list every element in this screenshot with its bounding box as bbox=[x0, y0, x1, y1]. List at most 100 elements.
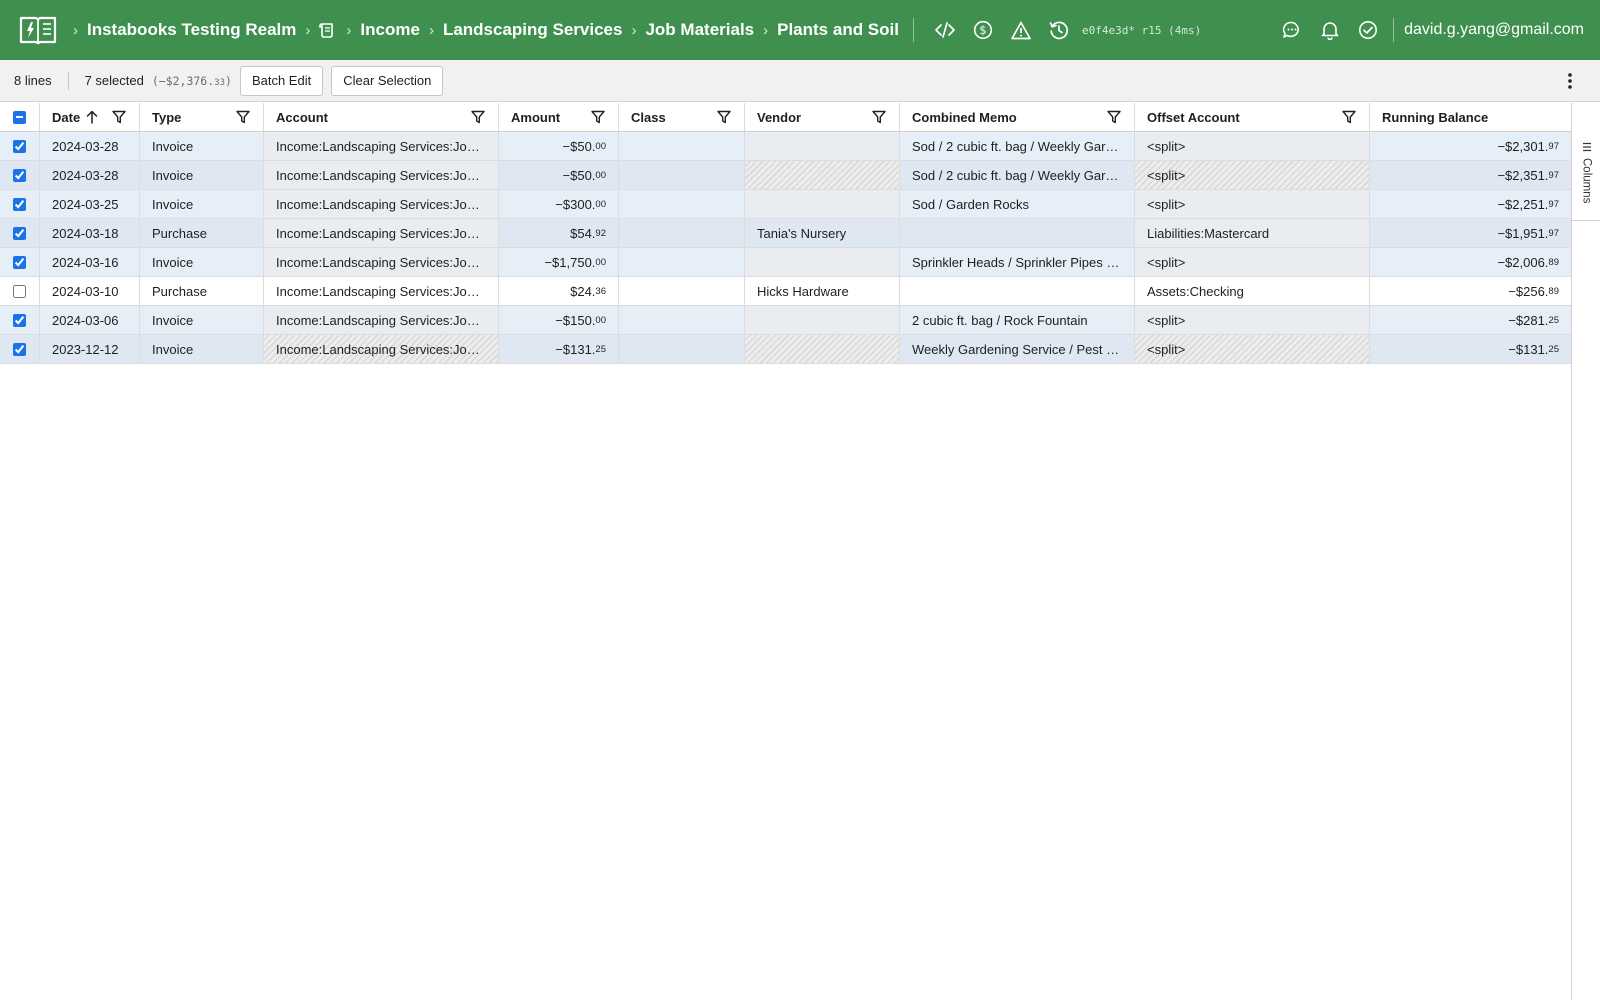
cell-class[interactable] bbox=[619, 248, 745, 276]
filter-icon[interactable] bbox=[235, 109, 251, 125]
row-checkbox[interactable] bbox=[13, 255, 26, 269]
row-checkbox[interactable] bbox=[13, 342, 26, 356]
cell-offset-account[interactable]: <split> bbox=[1135, 248, 1370, 276]
cell-type[interactable]: Invoice bbox=[140, 306, 264, 334]
cell-offset-account[interactable]: <split> bbox=[1135, 306, 1370, 334]
cell-type[interactable]: Invoice bbox=[140, 161, 264, 189]
filter-icon[interactable] bbox=[470, 109, 486, 125]
cell-vendor[interactable] bbox=[745, 248, 900, 276]
table-row[interactable]: 2023-12-12 Invoice Income:Landscaping Serv… bbox=[0, 335, 1572, 364]
cell-vendor[interactable] bbox=[745, 335, 900, 363]
cell-offset-account[interactable]: Liabilities:Mastercard bbox=[1135, 219, 1370, 247]
breadcrumb-income[interactable]: Income bbox=[360, 20, 420, 40]
table-row[interactable]: 2024-03-18 Purchase Income:Landscaping Ser… bbox=[0, 219, 1572, 248]
row-checkbox-cell[interactable] bbox=[0, 335, 40, 363]
table-row[interactable]: 2024-03-10 Purchase Income:Landscaping Ser… bbox=[0, 277, 1572, 306]
cell-vendor[interactable]: Hicks Hardware bbox=[745, 277, 900, 305]
clear-selection-button[interactable]: Clear Selection bbox=[331, 65, 444, 96]
cell-date[interactable]: 2024-03-25 bbox=[40, 190, 140, 218]
cell-type[interactable]: Invoice bbox=[140, 248, 264, 276]
cell-date[interactable]: 2024-03-18 bbox=[40, 219, 140, 247]
cell-class[interactable] bbox=[619, 132, 745, 160]
row-checkbox-cell[interactable] bbox=[0, 190, 40, 218]
row-checkbox-cell[interactable] bbox=[0, 277, 40, 305]
cell-account[interactable]: Income:Landscaping Services:Job Material… bbox=[264, 219, 499, 247]
warning-icon[interactable] bbox=[1002, 15, 1040, 45]
indeterminate-check-icon[interactable] bbox=[13, 110, 26, 124]
cell-memo[interactable]: Weekly Gardening Service / Pest Control bbox=[900, 335, 1135, 363]
cell-type[interactable]: Invoice bbox=[140, 190, 264, 218]
table-row[interactable]: 2024-03-16 Invoice Income:Landscaping Serv… bbox=[0, 248, 1572, 277]
cell-type[interactable]: Invoice bbox=[140, 132, 264, 160]
cell-amount[interactable]: −$300. 00 bbox=[499, 190, 619, 218]
row-checkbox-cell[interactable] bbox=[0, 219, 40, 247]
cell-account[interactable]: Income:Landscaping Services:Job Material… bbox=[264, 335, 499, 363]
filter-icon[interactable] bbox=[111, 109, 127, 125]
cell-class[interactable] bbox=[619, 190, 745, 218]
cell-type[interactable]: Purchase bbox=[140, 277, 264, 305]
chat-icon[interactable] bbox=[1273, 15, 1311, 45]
cell-account[interactable]: Income:Landscaping Services:Job Material… bbox=[264, 248, 499, 276]
column-header-class[interactable]: Class bbox=[619, 103, 745, 131]
filter-icon[interactable] bbox=[590, 109, 606, 125]
table-row[interactable]: 2024-03-06 Invoice Income:Landscaping Serv… bbox=[0, 306, 1572, 335]
bell-icon[interactable] bbox=[1311, 15, 1349, 45]
cell-amount[interactable]: −$50. 00 bbox=[499, 132, 619, 160]
cell-memo[interactable] bbox=[900, 277, 1135, 305]
cell-amount[interactable]: −$1,750. 00 bbox=[499, 248, 619, 276]
row-checkbox[interactable] bbox=[13, 313, 26, 327]
columns-panel-tab[interactable]: Columns bbox=[1572, 132, 1600, 221]
select-all-checkbox[interactable] bbox=[0, 103, 40, 131]
book-bolt-logo-icon[interactable] bbox=[18, 12, 58, 48]
cell-amount[interactable]: −$150. 00 bbox=[499, 306, 619, 334]
cell-vendor[interactable] bbox=[745, 190, 900, 218]
cell-vendor[interactable]: Tania's Nursery bbox=[745, 219, 900, 247]
row-checkbox[interactable] bbox=[13, 226, 26, 240]
kebab-menu-icon[interactable] bbox=[1558, 69, 1582, 93]
row-checkbox[interactable] bbox=[13, 168, 26, 182]
cell-date[interactable]: 2024-03-16 bbox=[40, 248, 140, 276]
cell-amount[interactable]: −$50. 00 bbox=[499, 161, 619, 189]
breadcrumb-plants-and-soil[interactable]: Plants and Soil bbox=[777, 20, 899, 40]
cell-date[interactable]: 2023-12-12 bbox=[40, 335, 140, 363]
cell-class[interactable] bbox=[619, 219, 745, 247]
cell-type[interactable]: Invoice bbox=[140, 335, 264, 363]
row-checkbox[interactable] bbox=[13, 197, 26, 211]
cell-date[interactable]: 2024-03-28 bbox=[40, 161, 140, 189]
cell-vendor[interactable] bbox=[745, 161, 900, 189]
cell-amount[interactable]: −$131. 25 bbox=[499, 335, 619, 363]
cell-memo[interactable] bbox=[900, 219, 1135, 247]
cell-memo[interactable]: Sod / Garden Rocks bbox=[900, 190, 1135, 218]
cell-type[interactable]: Purchase bbox=[140, 219, 264, 247]
cell-account[interactable]: Income:Landscaping Services:Job Material… bbox=[264, 132, 499, 160]
cell-memo[interactable]: 2 cubic ft. bag / Rock Fountain bbox=[900, 306, 1135, 334]
column-header-amount[interactable]: Amount bbox=[499, 103, 619, 131]
cell-offset-account[interactable]: Assets:Checking bbox=[1135, 277, 1370, 305]
row-checkbox-cell[interactable] bbox=[0, 161, 40, 189]
filter-icon[interactable] bbox=[1106, 109, 1122, 125]
filter-icon[interactable] bbox=[1341, 109, 1357, 125]
cell-offset-account[interactable]: <split> bbox=[1135, 190, 1370, 218]
sort-ascending-icon[interactable] bbox=[86, 110, 98, 124]
column-header-account[interactable]: Account bbox=[264, 103, 499, 131]
cell-memo[interactable]: Sprinkler Heads / Sprinkler Pipes / Inst… bbox=[900, 248, 1135, 276]
cell-amount[interactable]: $24. 36 bbox=[499, 277, 619, 305]
cell-date[interactable]: 2024-03-06 bbox=[40, 306, 140, 334]
row-checkbox-cell[interactable] bbox=[0, 306, 40, 334]
cell-account[interactable]: Income:Landscaping Services:Job Material… bbox=[264, 277, 499, 305]
cell-memo[interactable]: Sod / 2 cubic ft. bag / Weekly Gardening… bbox=[900, 161, 1135, 189]
column-header-date[interactable]: Date bbox=[40, 103, 140, 131]
column-header-running-balance[interactable]: Running Balance bbox=[1370, 103, 1572, 131]
user-email[interactable]: david.g.yang@gmail.com bbox=[1404, 21, 1584, 39]
table-row[interactable]: 2024-03-25 Invoice Income:Landscaping Serv… bbox=[0, 190, 1572, 219]
cell-date[interactable]: 2024-03-28 bbox=[40, 132, 140, 160]
breadcrumb-job-materials[interactable]: Job Materials bbox=[645, 20, 754, 40]
breadcrumb-landscaping-services[interactable]: Landscaping Services bbox=[443, 20, 623, 40]
row-checkbox-cell[interactable] bbox=[0, 132, 40, 160]
cell-vendor[interactable] bbox=[745, 132, 900, 160]
cell-vendor[interactable] bbox=[745, 306, 900, 334]
filter-icon[interactable] bbox=[871, 109, 887, 125]
ledger-scroll-icon[interactable] bbox=[319, 21, 337, 39]
cell-offset-account[interactable]: <split> bbox=[1135, 161, 1370, 189]
cell-memo[interactable]: Sod / 2 cubic ft. bag / Weekly Gardening… bbox=[900, 132, 1135, 160]
